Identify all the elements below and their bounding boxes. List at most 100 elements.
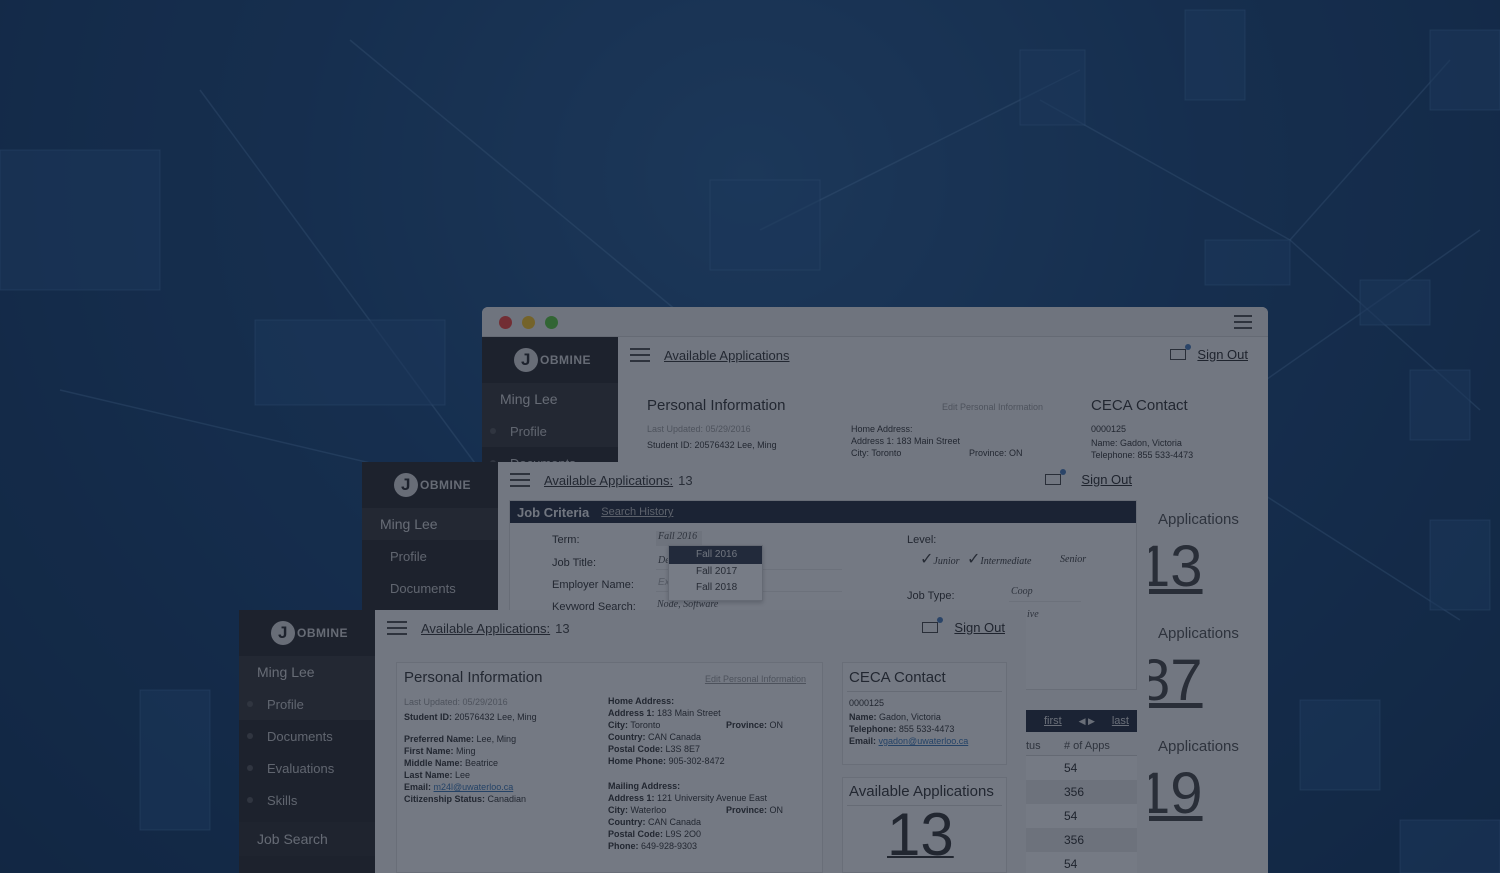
front-topbar: Available Applications: 13 Sign Out xyxy=(375,610,1026,646)
middle-name: Middle Name: Beatrice xyxy=(404,757,526,769)
back-edit-link[interactable]: Edit Personal Information xyxy=(942,401,1043,413)
home-address-label: Home Address: xyxy=(608,695,808,707)
email: Email: m24l@uwaterloo.ca xyxy=(404,781,526,793)
field-label: City: xyxy=(608,720,628,730)
field-value: CAN Canada xyxy=(648,817,702,827)
sidebar-user-name[interactable]: Ming Lee xyxy=(239,656,375,688)
available-applications-link[interactable]: Available Applications xyxy=(664,348,790,363)
sidebar-item-documents[interactable]: Documents xyxy=(362,572,498,604)
field-value: ON xyxy=(769,805,784,815)
job-criteria-header: Job Criteria Search History xyxy=(510,501,1136,523)
back-personal-title: Personal Information xyxy=(647,397,786,414)
preferred-name: Preferred Name: Lee, Ming xyxy=(404,733,526,745)
table-row[interactable]: 54 xyxy=(1026,756,1137,780)
level-intermediate[interactable]: ✓Intermediate xyxy=(967,549,1032,569)
sidebar-item-skills[interactable]: Skills xyxy=(239,784,375,816)
sidebar-item-evaluations[interactable]: Evaluations xyxy=(239,752,375,784)
back-ceca-title: CECA Contact xyxy=(1091,397,1188,414)
field-label: Email: xyxy=(404,782,432,792)
field-label: Province: xyxy=(726,805,768,815)
sidebar-user-name[interactable]: Ming Lee xyxy=(362,508,498,540)
sign-out-link[interactable]: Sign Out xyxy=(1197,347,1248,362)
table-row[interactable]: 54 xyxy=(1026,804,1137,828)
sign-out-link[interactable]: Sign Out xyxy=(1081,472,1132,487)
level-senior[interactable]: Senior xyxy=(1060,554,1086,565)
available-count: 13 xyxy=(678,472,693,488)
sidebar-item-profile[interactable]: Profile xyxy=(362,540,498,572)
pager-first-link[interactable]: first xyxy=(1044,715,1062,727)
ceca-divider xyxy=(847,691,1002,692)
sidebar-item-label: Documents xyxy=(267,728,333,744)
field-label: Telephone: xyxy=(849,724,897,734)
menu-icon[interactable] xyxy=(630,348,650,362)
job-title-label: Job Title: xyxy=(552,557,597,569)
field-value: CAN Canada xyxy=(648,732,702,742)
table-row[interactable]: 356 xyxy=(1026,828,1137,852)
sidebar-item-documents[interactable]: Documents xyxy=(239,720,375,752)
edit-personal-info-link[interactable]: Edit Personal Information xyxy=(705,673,806,685)
table-cell-apps: 356 xyxy=(1064,785,1085,799)
menu-icon[interactable] xyxy=(510,473,530,487)
back-last-updated: Last Updated: 05/29/2016 xyxy=(647,424,751,434)
ceca-name: Name: Gadon, Victoria xyxy=(849,711,968,723)
term-option[interactable]: Fall 2018 xyxy=(669,580,762,596)
pager-arrows-icon[interactable]: ◀ ▶ xyxy=(1079,716,1095,727)
field-label: Country: xyxy=(608,817,646,827)
back-address1: Address 1: 183 Main Street xyxy=(851,436,961,446)
bullet-icon xyxy=(247,733,253,739)
sidebar-item-label: Skills xyxy=(267,792,298,808)
mail-icon[interactable] xyxy=(922,617,943,633)
field-value: L9S 2O0 xyxy=(665,829,702,839)
ceca-email-link[interactable]: vgadon@uwaterloo.ca xyxy=(879,736,969,746)
field-value: 183 Main Street xyxy=(657,708,721,718)
sidebar-user-name[interactable]: Ming Lee xyxy=(482,383,618,415)
level-junior[interactable]: ✓Junior xyxy=(920,549,960,569)
field-label: Country: xyxy=(608,732,646,742)
ceca-telephone: Telephone: 855 533-4473 xyxy=(849,723,968,735)
table-header-row: tus # of Apps xyxy=(1026,736,1137,756)
first-name: First Name: Ming xyxy=(404,745,526,757)
mailing-address: Mailing Address: Address 1: 121 Universi… xyxy=(608,780,808,852)
last-updated: Last Updated: 05/29/2016 xyxy=(404,697,508,707)
close-dot-button[interactable] xyxy=(499,316,512,329)
mail-icon[interactable] xyxy=(1170,344,1191,360)
checkmark-icon: ✓ xyxy=(967,551,981,568)
table-row[interactable]: 356 xyxy=(1026,780,1137,804)
term-dropdown-menu[interactable]: Fall 2016 Fall 2017 Fall 2018 xyxy=(668,545,763,601)
sign-out-link[interactable]: Sign Out xyxy=(954,620,1005,635)
middle-logo: J OBMINE xyxy=(362,462,498,508)
available-applications-title: Available Applications xyxy=(849,783,994,800)
field-label: Student ID: xyxy=(404,712,452,722)
field-value: L3S 8E7 xyxy=(665,744,701,754)
student-id: Student ID: 20576432 Lee, Ming xyxy=(404,711,537,723)
browser-menu-icon[interactable] xyxy=(1234,315,1252,329)
front-app-window: J OBMINE Ming Lee Profile Documents Eval… xyxy=(239,610,1026,873)
available-applications-link[interactable]: Available Applications: xyxy=(544,473,673,488)
email-link[interactable]: m24l@uwaterloo.ca xyxy=(434,782,514,792)
available-applications-link[interactable]: Available Applications: xyxy=(421,621,550,636)
sidebar-item-profile[interactable]: Profile xyxy=(482,415,618,447)
available-applications-count[interactable]: 13 xyxy=(887,800,954,869)
minimize-dot-button[interactable] xyxy=(522,316,535,329)
term-option[interactable]: Fall 2017 xyxy=(669,564,762,580)
field-label: Home Phone: xyxy=(608,756,667,766)
table-row[interactable]: 54 xyxy=(1026,852,1137,873)
term-option-selected[interactable]: Fall 2016 xyxy=(669,546,762,564)
menu-icon[interactable] xyxy=(387,621,407,635)
maximize-dot-button[interactable] xyxy=(545,316,558,329)
mail-postal-code: Postal Code: L9S 2O0 xyxy=(608,828,808,840)
front-logo: J OBMINE xyxy=(239,610,375,656)
sidebar-item-profile[interactable]: Profile xyxy=(239,688,375,720)
field-label: Address 1: xyxy=(608,793,655,803)
sidebar-item-label: Profile xyxy=(267,696,304,712)
pager-last-link[interactable]: last xyxy=(1112,715,1129,727)
level-label-text: Intermediate xyxy=(980,556,1032,567)
search-history-link[interactable]: Search History xyxy=(601,506,673,518)
field-value: Toronto xyxy=(630,720,661,730)
field-value: 649-928-9303 xyxy=(641,841,698,851)
available-applications-card[interactable]: Available Applications 13 xyxy=(842,777,1007,873)
mail-icon[interactable] xyxy=(1045,469,1066,485)
sidebar-section-job-search[interactable]: Job Search xyxy=(239,822,375,856)
job-type-field[interactable]: Coop xyxy=(1009,586,1081,602)
term-field[interactable]: Fall 2016 xyxy=(656,531,702,546)
